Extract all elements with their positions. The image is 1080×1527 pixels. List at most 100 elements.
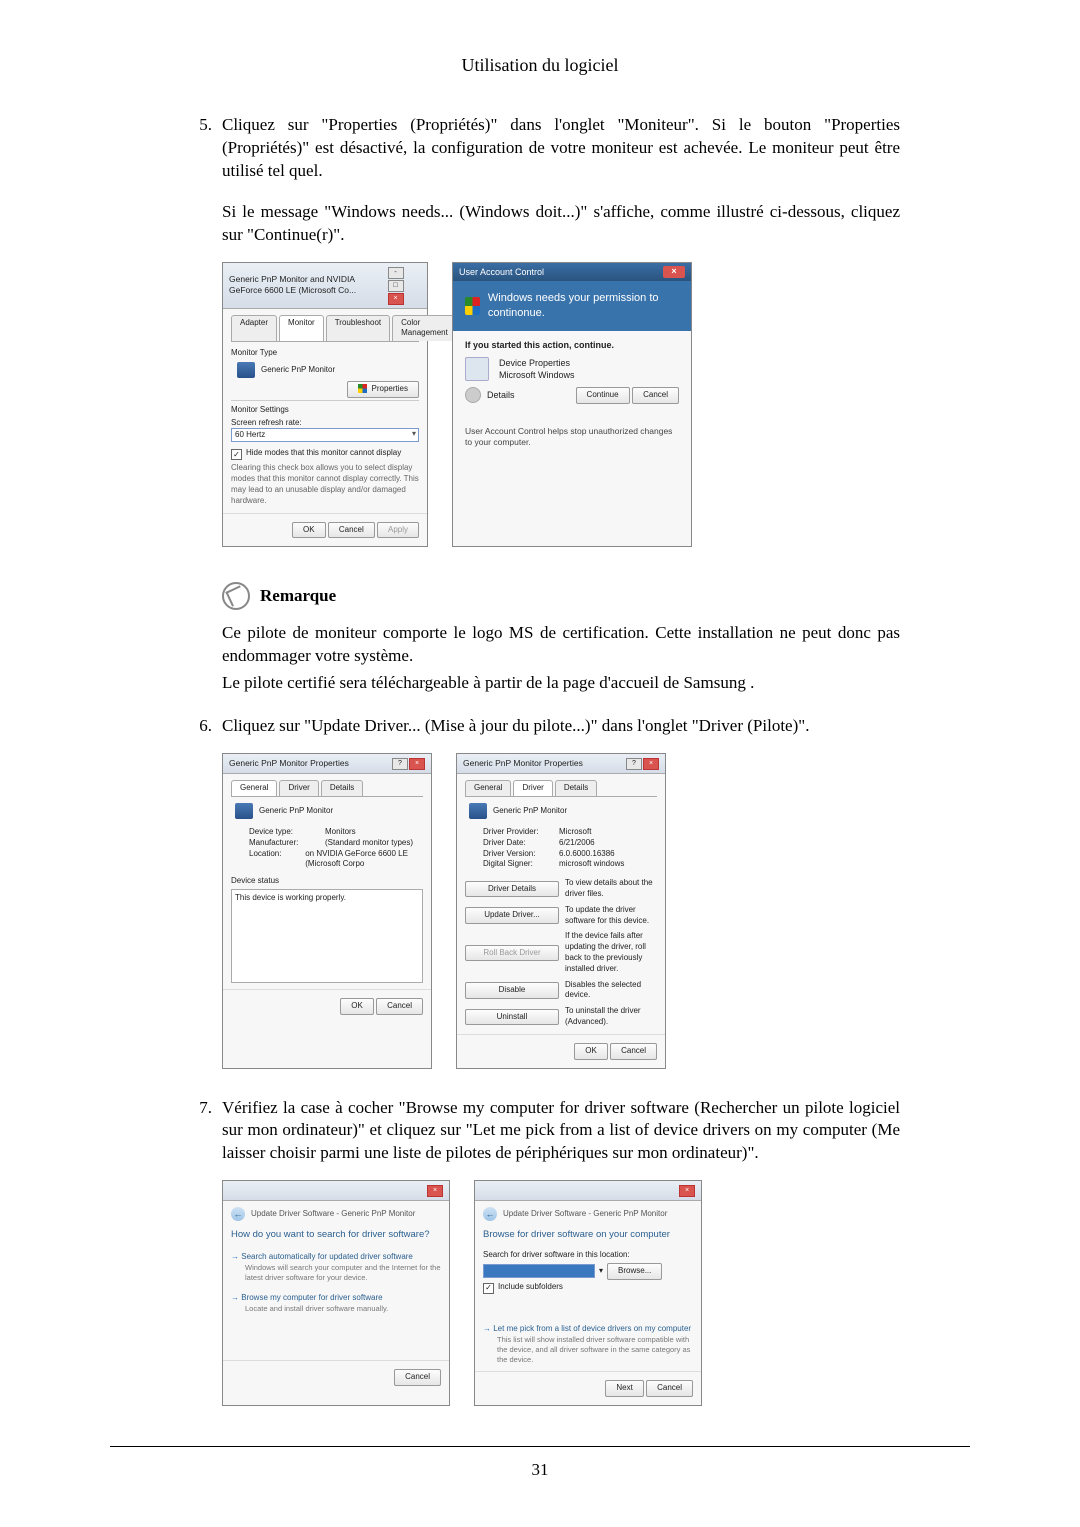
close-icon[interactable]: × bbox=[427, 1185, 443, 1197]
hide-modes-checkbox[interactable]: ✓ Hide modes that this monitor cannot di… bbox=[231, 448, 419, 460]
version-label: Driver Version: bbox=[483, 849, 553, 860]
update-driver-wizard-2: × ← Update Driver Software - Generic PnP… bbox=[474, 1180, 702, 1405]
tab-troubleshoot[interactable]: Troubleshoot bbox=[326, 315, 390, 342]
cancel-button[interactable]: Cancel bbox=[646, 1380, 693, 1397]
location-input[interactable] bbox=[483, 1264, 595, 1278]
location-value: on NVIDIA GeForce 6600 LE (Microsoft Cor… bbox=[305, 849, 423, 871]
device-name: Generic PnP Monitor bbox=[493, 806, 567, 817]
uac-program-publisher: Microsoft Windows bbox=[499, 369, 575, 381]
uac-started-text: If you started this action, continue. bbox=[465, 339, 679, 351]
checkbox-icon: ✓ bbox=[231, 449, 242, 460]
help-icon[interactable]: ? bbox=[626, 758, 642, 770]
browse-button[interactable]: Browse... bbox=[607, 1263, 662, 1280]
refresh-rate-label: Screen refresh rate: bbox=[231, 418, 419, 429]
monitor-icon bbox=[469, 803, 487, 819]
let-me-pick-option[interactable]: Let me pick from a list of device driver… bbox=[493, 1324, 691, 1333]
uninstall-button[interactable]: Uninstall bbox=[465, 1009, 559, 1026]
driver-details-desc: To view details about the driver files. bbox=[565, 878, 657, 900]
cancel-button[interactable]: Cancel bbox=[610, 1043, 657, 1060]
cancel-button[interactable]: Cancel bbox=[394, 1369, 441, 1386]
wizard-heading: Browse for driver software on your compu… bbox=[483, 1229, 693, 1242]
step-5-number: 5. bbox=[180, 114, 222, 247]
rollback-driver-button[interactable]: Roll Back Driver bbox=[465, 945, 559, 962]
signer-value: microsoft windows bbox=[559, 859, 624, 870]
tab-color-management[interactable]: Color Management bbox=[392, 315, 457, 342]
tab-general[interactable]: General bbox=[231, 780, 277, 796]
uac-details-toggle[interactable]: Details bbox=[487, 389, 515, 401]
uac-title: User Account Control bbox=[459, 266, 544, 278]
close-icon[interactable]: × bbox=[663, 266, 685, 278]
cancel-button[interactable]: Cancel bbox=[632, 387, 679, 404]
device-status-label: Device status bbox=[231, 876, 423, 887]
shield-icon bbox=[465, 297, 480, 315]
device-type-value: Monitors bbox=[325, 827, 356, 838]
date-value: 6/21/2006 bbox=[559, 838, 595, 849]
step-7-number: 7. bbox=[180, 1097, 222, 1166]
cancel-button[interactable]: Cancel bbox=[328, 522, 375, 539]
next-button[interactable]: Next bbox=[605, 1380, 643, 1397]
tab-adapter[interactable]: Adapter bbox=[231, 315, 277, 342]
search-location-label: Search for driver software in this locat… bbox=[483, 1250, 693, 1261]
step-5-text2: Si le message "Windows needs... (Windows… bbox=[222, 201, 900, 247]
ok-button[interactable]: OK bbox=[292, 522, 326, 539]
minimize-icon[interactable]: ‐ bbox=[388, 267, 404, 279]
location-label: Location: bbox=[249, 849, 299, 871]
tab-details[interactable]: Details bbox=[555, 780, 597, 796]
refresh-rate-select[interactable]: 60 Hertz bbox=[231, 428, 419, 442]
close-icon[interactable]: × bbox=[643, 758, 659, 770]
device-type-label: Device type: bbox=[249, 827, 319, 838]
step-5-text: Cliquez sur "Properties (Propriétés)" da… bbox=[222, 115, 900, 180]
driver-details-button[interactable]: Driver Details bbox=[465, 881, 559, 898]
remark-p1: Ce pilote de moniteur comporte le logo M… bbox=[222, 622, 900, 668]
tab-driver[interactable]: Driver bbox=[279, 780, 318, 796]
tab-general[interactable]: General bbox=[465, 780, 511, 796]
note-icon bbox=[222, 582, 250, 610]
back-icon[interactable]: ← bbox=[231, 1207, 245, 1221]
cancel-button[interactable]: Cancel bbox=[376, 998, 423, 1015]
update-driver-wizard-1: × ← Update Driver Software - Generic PnP… bbox=[222, 1180, 450, 1405]
chevron-down-icon bbox=[465, 387, 481, 403]
dialog-title: Generic PnP Monitor and NVIDIA GeForce 6… bbox=[229, 274, 387, 297]
uac-headline: Windows needs your permission to contino… bbox=[488, 291, 679, 321]
close-icon[interactable]: × bbox=[388, 293, 404, 305]
monitor-properties-dialog: Generic PnP Monitor and NVIDIA GeForce 6… bbox=[222, 262, 428, 548]
manufacturer-label: Manufacturer: bbox=[249, 838, 319, 849]
uninstall-desc: To uninstall the driver (Advanced). bbox=[565, 1006, 657, 1028]
back-icon[interactable]: ← bbox=[483, 1207, 497, 1221]
browse-computer-option[interactable]: Browse my computer for driver software bbox=[241, 1293, 382, 1302]
tab-monitor[interactable]: Monitor bbox=[279, 315, 324, 342]
tab-strip: Adapter Monitor Troubleshoot Color Manag… bbox=[231, 315, 419, 343]
include-subfolders-checkbox[interactable]: ✓ Include subfolders bbox=[483, 1282, 693, 1294]
uac-program-name: Device Properties bbox=[499, 357, 575, 369]
pnp-properties-driver-dialog: Generic PnP Monitor Properties ?× Genera… bbox=[456, 753, 666, 1068]
disable-desc: Disables the selected device. bbox=[565, 980, 657, 1002]
continue-button[interactable]: Continue bbox=[576, 387, 630, 404]
provider-label: Driver Provider: bbox=[483, 827, 553, 838]
hide-modes-description: Clearing this check box allows you to se… bbox=[231, 463, 419, 506]
browse-computer-desc: Locate and install driver software manua… bbox=[245, 1304, 441, 1314]
disable-button[interactable]: Disable bbox=[465, 982, 559, 999]
uac-footer-text: User Account Control helps stop unauthor… bbox=[453, 418, 691, 457]
close-icon[interactable]: × bbox=[679, 1185, 695, 1197]
remark-p2: Le pilote certifié sera téléchargeable à… bbox=[222, 672, 900, 695]
provider-value: Microsoft bbox=[559, 827, 591, 838]
window-buttons: ‐ □ × bbox=[387, 266, 421, 305]
ok-button[interactable]: OK bbox=[340, 998, 374, 1015]
pnp-properties-general-dialog: Generic PnP Monitor Properties ?× Genera… bbox=[222, 753, 432, 1068]
ok-button[interactable]: OK bbox=[574, 1043, 608, 1060]
maximize-icon[interactable]: □ bbox=[388, 280, 404, 292]
properties-button[interactable]: Properties bbox=[347, 381, 419, 398]
apply-button[interactable]: Apply bbox=[377, 522, 419, 539]
tab-driver[interactable]: Driver bbox=[513, 780, 552, 796]
tab-details[interactable]: Details bbox=[321, 780, 363, 796]
help-icon[interactable]: ? bbox=[392, 758, 408, 770]
let-me-pick-desc: This list will show installed driver sof… bbox=[497, 1335, 693, 1365]
step-6-number: 6. bbox=[180, 715, 222, 738]
step-7-text: Vérifiez la case à cocher "Browse my com… bbox=[222, 1097, 900, 1166]
program-icon bbox=[465, 357, 489, 381]
search-auto-option[interactable]: Search automatically for updated driver … bbox=[241, 1252, 413, 1261]
search-auto-desc: Windows will search your computer and th… bbox=[245, 1263, 441, 1283]
close-icon[interactable]: × bbox=[409, 758, 425, 770]
rollback-driver-desc: If the device fails after updating the d… bbox=[565, 931, 657, 974]
update-driver-button[interactable]: Update Driver... bbox=[465, 907, 559, 924]
